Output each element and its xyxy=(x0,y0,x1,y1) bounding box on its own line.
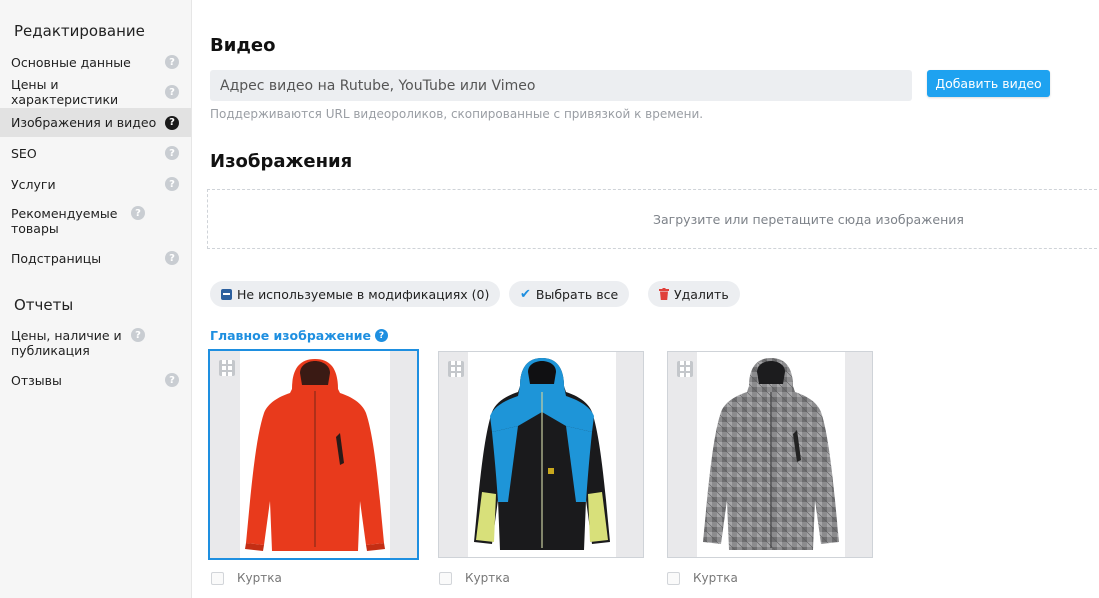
sidebar-heading-reports: Отчеты xyxy=(14,296,74,314)
minus-square-icon xyxy=(221,288,232,300)
sidebar-item-seo[interactable]: SEO ? xyxy=(0,145,191,161)
sidebar: Редактирование Основные данные ? Цены и … xyxy=(0,0,192,598)
image-card[interactable] xyxy=(438,351,644,558)
sidebar-heading-edit: Редактирование xyxy=(14,22,145,40)
image-caption: Куртка xyxy=(211,571,282,585)
add-video-button[interactable]: Добавить видео xyxy=(927,70,1050,97)
main-content: Видео Адрес видео на Rutube, YouTube или… xyxy=(192,0,1099,598)
sidebar-item-prices-availability[interactable]: Цены, наличие и публикация ? xyxy=(0,328,191,358)
main-image-label-text: Главное изображение xyxy=(210,328,372,343)
sidebar-item-label: Изображения и видео xyxy=(11,115,157,130)
help-icon[interactable]: ? xyxy=(165,85,179,99)
help-icon[interactable]: ? xyxy=(131,206,145,220)
jacket-image-grey-plaid xyxy=(697,352,845,557)
sidebar-item-label: Услуги xyxy=(11,176,56,192)
sidebar-item-label: Цены и характеристики xyxy=(11,77,119,107)
trash-icon xyxy=(659,288,669,300)
help-icon[interactable]: ? xyxy=(165,373,179,387)
video-url-input[interactable]: Адрес видео на Rutube, YouTube или Vimeo xyxy=(210,70,912,101)
image-select-checkbox[interactable] xyxy=(211,571,224,585)
delete-button[interactable]: Удалить xyxy=(648,281,740,307)
unused-in-modifications-button[interactable]: Не используемые в модификациях (0) xyxy=(210,281,501,307)
main-image-label: Главное изображение ? xyxy=(210,328,389,343)
check-icon: ✔ xyxy=(520,286,531,302)
sidebar-item-main-data[interactable]: Основные данные ? xyxy=(0,54,191,70)
sidebar-item-images-video[interactable]: Изображения и видео ? xyxy=(0,108,191,137)
select-all-label: Выбрать все xyxy=(535,286,619,302)
help-icon[interactable]: ? xyxy=(375,329,389,342)
unused-label: Не используемые в модификациях (0) xyxy=(237,286,490,302)
sidebar-item-recommended[interactable]: Рекомендуемые товары ? xyxy=(0,206,191,236)
sidebar-item-subpages[interactable]: Подстраницы ? xyxy=(0,250,191,266)
video-section-title: Видео xyxy=(210,35,276,56)
image-card[interactable] xyxy=(667,351,873,558)
help-icon[interactable]: ? xyxy=(165,251,179,265)
sidebar-item-label: Цены, наличие и публикация xyxy=(11,328,122,358)
sidebar-item-prices[interactable]: Цены и характеристики ? xyxy=(0,77,191,107)
sidebar-item-label: Рекомендуемые товары xyxy=(11,206,118,236)
images-section-title: Изображения xyxy=(210,151,353,172)
image-caption-text: Куртка xyxy=(465,571,510,585)
sidebar-item-label: Отзывы xyxy=(11,372,62,388)
dropzone-text: Загрузите или перетащите сюда изображени… xyxy=(653,211,964,227)
select-all-button[interactable]: ✔ Выбрать все xyxy=(509,281,630,307)
sidebar-item-label: Основные данные xyxy=(11,54,131,70)
help-icon[interactable]: ? xyxy=(165,55,179,69)
help-icon[interactable]: ? xyxy=(165,146,179,160)
drag-handle-icon[interactable] xyxy=(448,361,464,377)
image-caption: Куртка xyxy=(439,571,510,585)
image-card-main[interactable] xyxy=(208,349,419,560)
sidebar-item-reviews[interactable]: Отзывы ? xyxy=(0,372,191,388)
drag-handle-icon[interactable] xyxy=(219,360,235,376)
video-hint: Поддерживаются URL видеороликов, скопиро… xyxy=(210,107,704,121)
jacket-image-blue-black xyxy=(468,352,616,557)
image-select-checkbox[interactable] xyxy=(667,571,680,585)
jacket-image-red xyxy=(240,351,390,558)
sidebar-item-label: Подстраницы xyxy=(11,250,102,266)
help-icon[interactable]: ? xyxy=(131,328,145,342)
help-icon[interactable]: ? xyxy=(165,115,179,130)
delete-label: Удалить xyxy=(674,286,729,302)
image-caption-text: Куртка xyxy=(693,571,738,585)
drag-handle-icon[interactable] xyxy=(677,361,693,377)
help-icon[interactable]: ? xyxy=(165,177,179,191)
image-select-checkbox[interactable] xyxy=(439,571,452,585)
image-caption: Куртка xyxy=(667,571,738,585)
sidebar-item-label: SEO xyxy=(11,145,37,161)
sidebar-item-services[interactable]: Услуги ? xyxy=(0,176,191,192)
image-caption-text: Куртка xyxy=(237,571,282,585)
image-dropzone[interactable]: Загрузите или перетащите сюда изображени… xyxy=(207,189,1099,249)
